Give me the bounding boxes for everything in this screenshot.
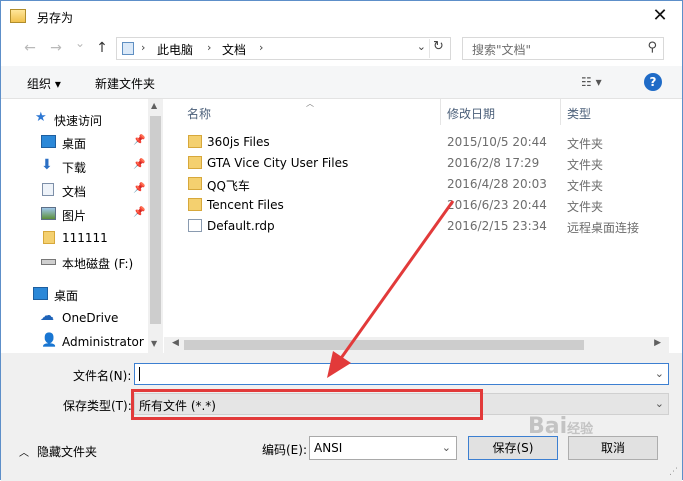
- save-as-dialog: 另存为 ✕ ← → ⌄ ↑ › 此电脑 › 文档 › ⌄ ↻ 搜索"文档" ⚲ …: [0, 0, 683, 481]
- annotation-arrow: [327, 200, 455, 378]
